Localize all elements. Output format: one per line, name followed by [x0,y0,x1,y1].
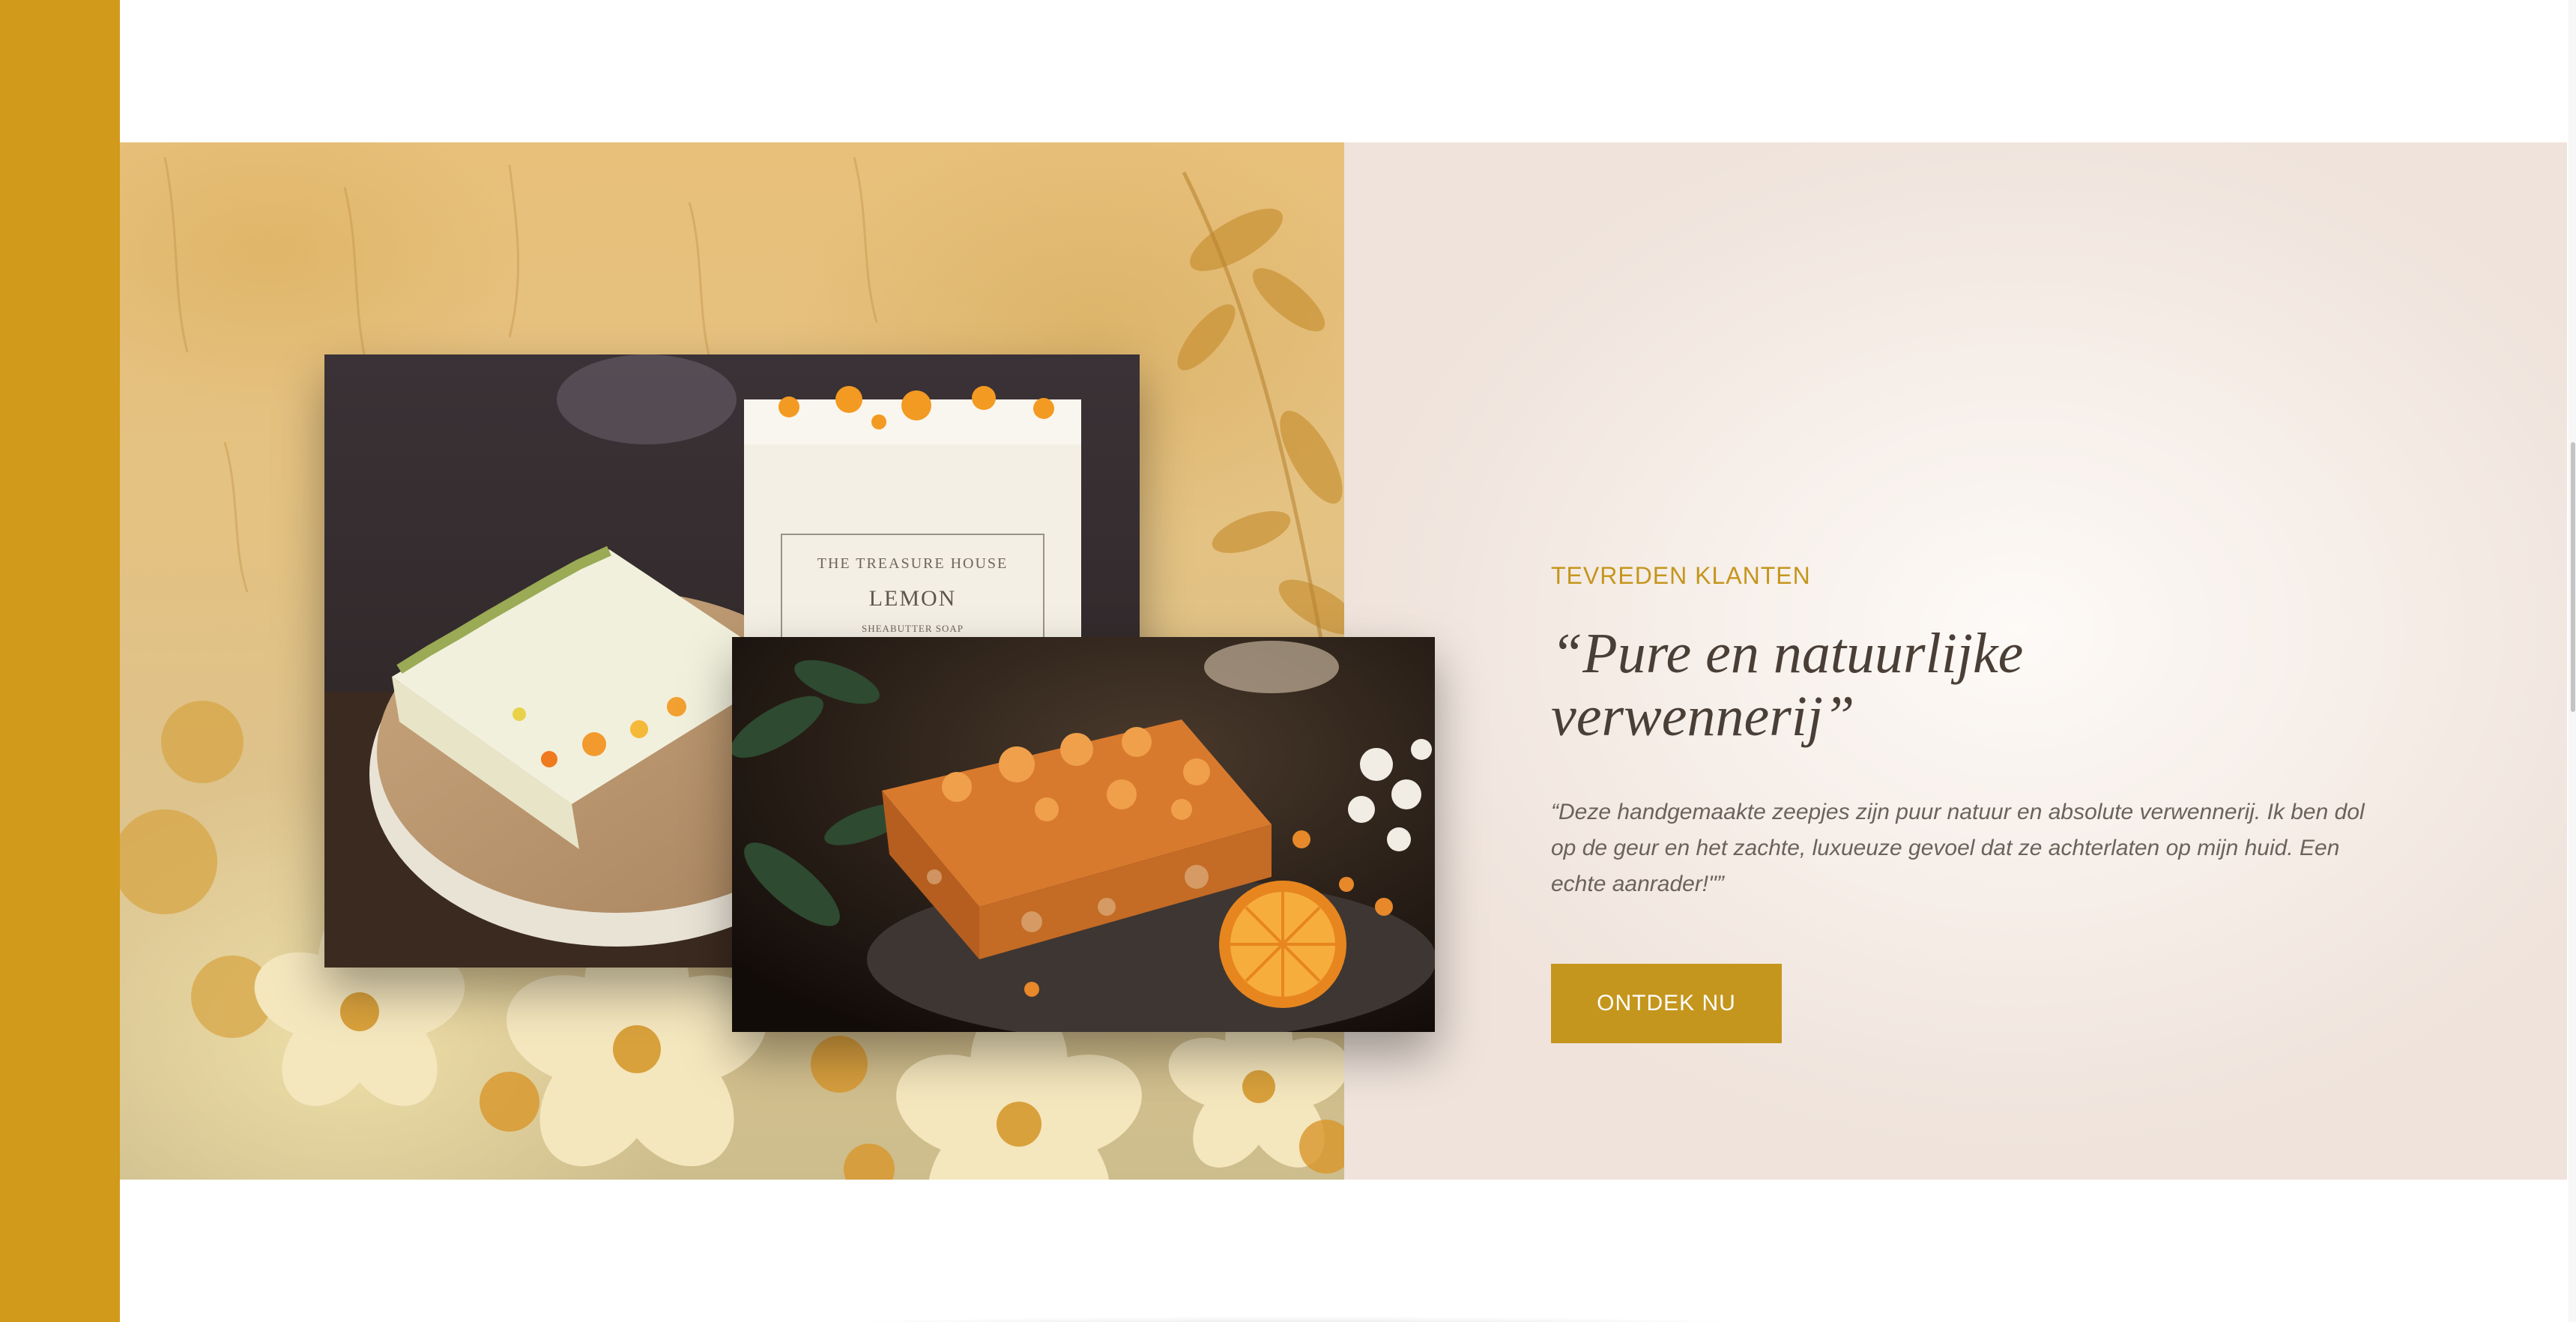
soap-name-text: LEMON [869,586,957,611]
orange-soap-photo [732,637,1435,1032]
page: THE TREASURE HOUSE LEMON SHEABUTTER SOAP [0,0,2576,1322]
left-accent-rail [0,0,120,1322]
scrollbar[interactable] [2569,0,2576,1322]
soap-type-text: SHEABUTTER SOAP [862,623,964,634]
testimonial-quote: “Deze handgemaakte zeepjes zijn puur nat… [1551,800,2365,896]
testimonial-eyebrow: TEVREDEN KLANTEN [1551,562,1811,589]
discover-now-button[interactable]: ONTDEK NU [1551,964,1782,1043]
soap-brand-text: THE TREASURE HOUSE [817,555,1009,572]
next-section-shadow [330,1292,2263,1322]
scrollbar-thumb[interactable] [2571,442,2575,712]
testimonial-title: “Pure en natuurlijke verwennerij” [1551,622,2024,748]
testimonial-section: THE TREASURE HOUSE LEMON SHEABUTTER SOAP [120,142,2567,1180]
